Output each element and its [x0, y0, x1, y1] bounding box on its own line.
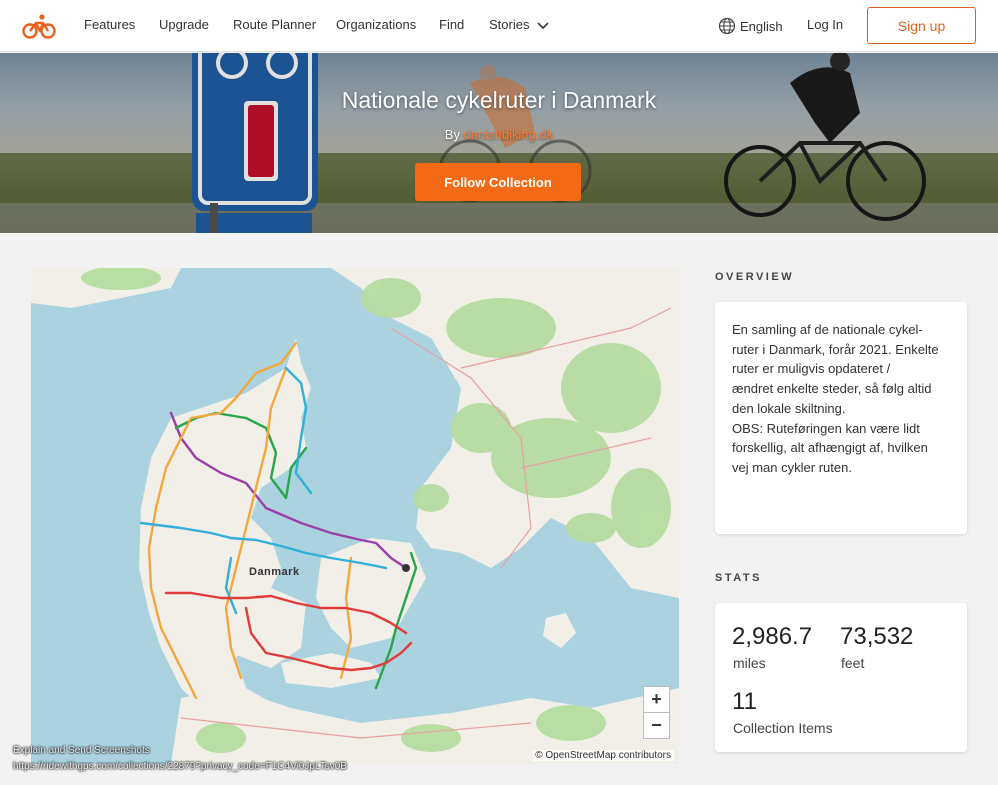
- overlay-caption: Explain and Send Screenshots: [13, 745, 150, 756]
- signup-button[interactable]: Sign up: [867, 7, 976, 44]
- route-map[interactable]: Danmark + − © OpenStreetMap contributors: [31, 268, 679, 764]
- map-land-zealand: [316, 538, 426, 648]
- stats-card: 2,986.7 miles 73,532 feet 11 Collection …: [715, 603, 967, 752]
- globe-icon: [718, 17, 736, 35]
- elevation-unit: feet: [841, 655, 865, 671]
- map-city-copenhagen: [402, 564, 410, 572]
- chevron-down-icon: [537, 21, 549, 29]
- overview-description: En samling af de nationale cykel- ruter …: [732, 322, 939, 475]
- map-land-bornholm: [543, 613, 576, 648]
- overlay-url: https://ridewithgps.com/collections/2287…: [13, 761, 347, 772]
- login-link[interactable]: Log In: [807, 17, 843, 32]
- cyclist-logo-icon[interactable]: [22, 12, 56, 40]
- hero-shade: [0, 53, 998, 233]
- elevation-value: 73,532: [840, 623, 914, 650]
- language-selector[interactable]: English: [718, 17, 783, 35]
- items-count: 11: [732, 688, 757, 715]
- distance-value: 2,986.7: [732, 623, 813, 650]
- map-attribution[interactable]: © OpenStreetMap contributors: [532, 750, 674, 761]
- collection-title: Nationale cykelruter i Danmark: [341, 87, 657, 113]
- collection-byline: By danishbiking.dk: [0, 127, 998, 142]
- nav-organizations[interactable]: Organizations: [336, 17, 416, 32]
- zoom-in-button[interactable]: +: [643, 686, 670, 713]
- author-link[interactable]: danishbiking.dk: [464, 127, 554, 142]
- nav-route-planner[interactable]: Route Planner: [233, 17, 316, 32]
- distance-unit: miles: [733, 655, 766, 671]
- stats-heading: STATS: [715, 572, 762, 584]
- follow-collection-button[interactable]: Follow Collection: [415, 163, 581, 201]
- overview-card: En samling af de nationale cykel- ruter …: [715, 302, 967, 534]
- map-country-label: Danmark: [249, 566, 300, 578]
- byline-prefix: By: [444, 127, 460, 142]
- nav-features[interactable]: Features: [84, 17, 135, 32]
- zoom-out-button[interactable]: −: [643, 712, 670, 739]
- top-nav: Features Upgrade Route Planner Organizat…: [0, 0, 998, 52]
- nav-stories-label: Stories: [489, 17, 530, 32]
- nav-upgrade[interactable]: Upgrade: [159, 17, 209, 32]
- map-canvas[interactable]: [31, 268, 679, 764]
- nav-find[interactable]: Find: [439, 17, 464, 32]
- nav-stories[interactable]: Stories: [489, 17, 549, 32]
- map-land-funen: [226, 588, 306, 668]
- overview-heading: OVERVIEW: [715, 271, 795, 283]
- language-label: English: [740, 18, 783, 34]
- items-label: Collection Items: [733, 720, 833, 736]
- hero-banner: Nationale cykelruter i Danmark By danish…: [0, 53, 998, 233]
